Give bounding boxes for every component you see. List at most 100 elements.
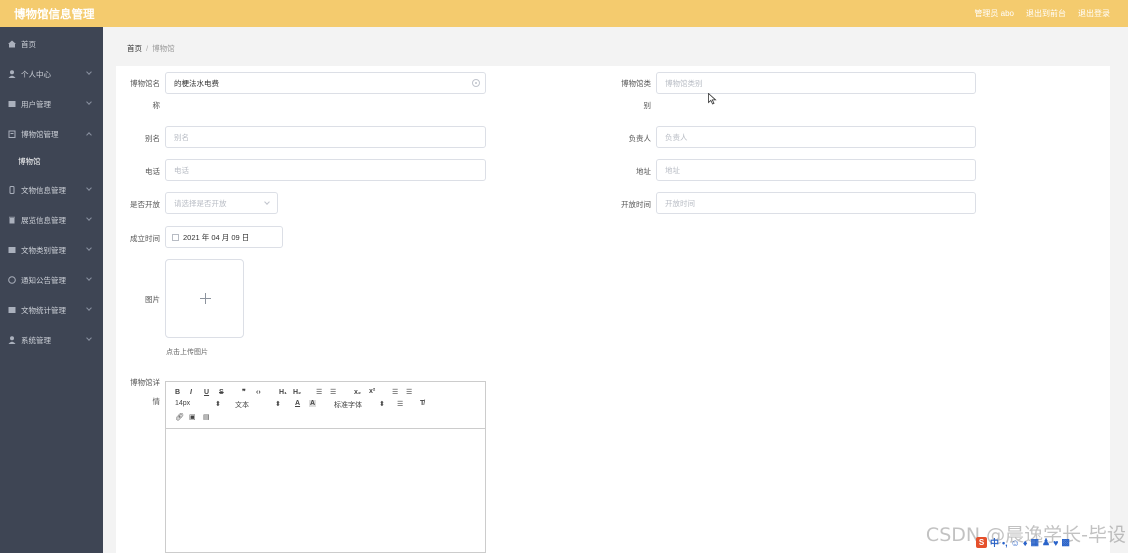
sidebar-item-users[interactable]: 用户管理 xyxy=(0,94,103,114)
sogou-ime-icon: S xyxy=(976,537,987,548)
sidebar-item-label: 文物信息管理 xyxy=(21,185,66,195)
open-status-label: 是否开放 xyxy=(130,200,160,209)
bullet-list-icon[interactable]: ☰ xyxy=(330,388,336,396)
sidebar-item-label: 博物馆管理 xyxy=(21,129,59,139)
app-title: 博物馆信息管理 xyxy=(14,9,95,21)
font-family-select[interactable]: 标准字体 xyxy=(334,400,362,410)
sidebar-item-exhibitions[interactable]: 展览信息管理 xyxy=(0,210,103,230)
chart-icon xyxy=(8,306,16,314)
sidebar-item-label: 个人中心 xyxy=(21,69,51,79)
subscript-icon[interactable]: x₂ xyxy=(354,389,361,396)
chevron-down-icon xyxy=(264,199,270,205)
chevron-updown-icon: ⬍ xyxy=(215,401,221,408)
founded-date-value: 2021 年 04 月 09 日 xyxy=(183,232,250,242)
back-to-front-link[interactable]: 退出到前台 xyxy=(1026,8,1066,19)
indent-icon[interactable]: ☰ xyxy=(406,388,412,396)
breadcrumb-home[interactable]: 首页 xyxy=(127,44,142,53)
superscript-icon[interactable]: x² xyxy=(369,388,375,395)
breadcrumb-current: 博物馆 xyxy=(152,44,175,53)
museum-name-input[interactable]: 的梗法水电费 xyxy=(165,72,486,94)
manager-input[interactable]: 负责人 xyxy=(656,126,976,148)
sidebar-item-system[interactable]: 系统管理 xyxy=(0,330,103,350)
admin-username: 管理员 abo xyxy=(974,9,1014,18)
chevron-down-icon xyxy=(86,275,92,281)
italic-icon[interactable]: I xyxy=(190,389,192,396)
museum-category-input[interactable]: 博物馆类别 xyxy=(656,72,976,94)
breadcrumb: 首页 / 博物馆 xyxy=(127,43,175,54)
outdent-icon[interactable]: ☰ xyxy=(392,388,398,396)
chevron-down-icon xyxy=(86,335,92,341)
keyboard-icon: ▦ xyxy=(1030,537,1039,547)
trash-icon xyxy=(8,216,16,224)
museum-name-label-wrap: 称 xyxy=(152,101,161,110)
image-upload-button[interactable] xyxy=(165,259,244,338)
breadcrumb-separator: / xyxy=(146,44,149,53)
sidebar-item-museum[interactable]: 博物馆管理 xyxy=(0,124,103,144)
blockquote-icon[interactable]: ❞ xyxy=(242,388,246,396)
address-placeholder: 地址 xyxy=(665,165,680,175)
info-circle-icon xyxy=(8,276,16,284)
logout-link[interactable]: 退出登录 xyxy=(1078,8,1110,19)
phone-label: 电话 xyxy=(145,167,160,176)
font-size-select[interactable]: 14px xyxy=(175,400,190,407)
sidebar-item-label: 展览信息管理 xyxy=(21,215,66,225)
list-icon xyxy=(8,246,16,254)
sidebar-item-label: 文物统计管理 xyxy=(21,305,66,315)
underline-icon[interactable]: U xyxy=(204,389,209,396)
museum-category-label: 博物馆类 xyxy=(621,79,651,88)
open-status-select[interactable]: 请选择是否开放 xyxy=(165,192,278,214)
bold-icon[interactable]: B xyxy=(175,389,180,396)
open-time-placeholder: 开放时间 xyxy=(665,198,695,208)
sidebar-item-relics[interactable]: 文物信息管理 xyxy=(0,180,103,200)
code-icon[interactable]: ‹› xyxy=(256,389,261,396)
museum-name-value: 的梗法水电费 xyxy=(174,78,219,88)
phone-input[interactable]: 电话 xyxy=(165,159,486,181)
emoji-icon: ☺ xyxy=(1010,537,1020,548)
upload-tip: 点击上传图片 xyxy=(166,349,208,356)
ime-tray: S 中 •, ☺ ♦ ▦ ♟ ♥ ▩ xyxy=(976,536,1070,549)
home-icon xyxy=(8,40,16,48)
sidebar-item-label: 通知公告管理 xyxy=(21,275,66,285)
user-icon: ♟ xyxy=(1041,537,1051,547)
font-size-value: 14px xyxy=(175,400,191,407)
ordered-list-icon[interactable]: ☰ xyxy=(316,388,322,396)
image-label: 图片 xyxy=(145,295,160,304)
plus-icon-vertical xyxy=(205,293,206,304)
open-time-input[interactable]: 开放时间 xyxy=(656,192,976,214)
image-icon[interactable]: ▣ xyxy=(189,413,196,421)
alias-label: 别名 xyxy=(145,134,160,143)
address-input[interactable]: 地址 xyxy=(656,159,976,181)
link-icon[interactable]: 🔗︎ xyxy=(175,413,184,421)
clear-format-icon[interactable]: T̸ xyxy=(420,400,424,407)
chevron-down-icon xyxy=(86,185,92,191)
clear-icon[interactable] xyxy=(472,79,480,87)
chevron-down-icon xyxy=(86,99,92,105)
chevron-up-icon xyxy=(86,132,92,138)
sidebar-item-profile[interactable]: 个人中心 xyxy=(0,64,103,84)
heading-2-icon[interactable]: H₂ xyxy=(293,389,301,396)
sidebar-item-relic-categories[interactable]: 文物类别管理 xyxy=(0,240,103,260)
strikethrough-icon[interactable]: S xyxy=(219,389,224,396)
align-icon[interactable]: ☰ xyxy=(397,400,403,408)
toolbox-icon: ▩ xyxy=(1061,537,1070,547)
museum-category-label-wrap: 别 xyxy=(643,101,652,110)
open-time-label: 开放时间 xyxy=(621,200,651,209)
chevron-updown-icon: ⬍ xyxy=(379,401,385,408)
sidebar-item-notices[interactable]: 通知公告管理 xyxy=(0,270,103,290)
video-icon[interactable]: ▤ xyxy=(203,413,210,421)
text-style-select[interactable]: 文本 xyxy=(235,400,249,410)
sidebar-item-statistics[interactable]: 文物统计管理 xyxy=(0,300,103,320)
museum-detail-label-wrap: 情 xyxy=(152,397,161,406)
heading-1-icon[interactable]: H₁ xyxy=(279,389,287,396)
font-color-icon[interactable]: A xyxy=(295,400,300,407)
founded-date-label: 成立时间 xyxy=(130,234,160,243)
background-color-icon[interactable]: A xyxy=(309,400,317,407)
editor-toolbar: B I U S ❞ ‹› H₁ H₂ ☰ ☰ x₂ x² ☰ ☰ 14px ⬍ … xyxy=(166,382,485,429)
alias-input[interactable]: 别名 xyxy=(165,126,486,148)
museum-icon xyxy=(8,130,16,138)
museum-name-label: 博物馆名 xyxy=(130,79,160,88)
founded-date-picker[interactable]: 2021 年 04 月 09 日 xyxy=(165,226,283,248)
sidebar-item-home[interactable]: 首页 xyxy=(0,34,103,54)
sidebar-subitem-museum[interactable]: 博物馆 xyxy=(0,151,103,171)
sidebar-item-label: 文物类别管理 xyxy=(21,245,66,255)
